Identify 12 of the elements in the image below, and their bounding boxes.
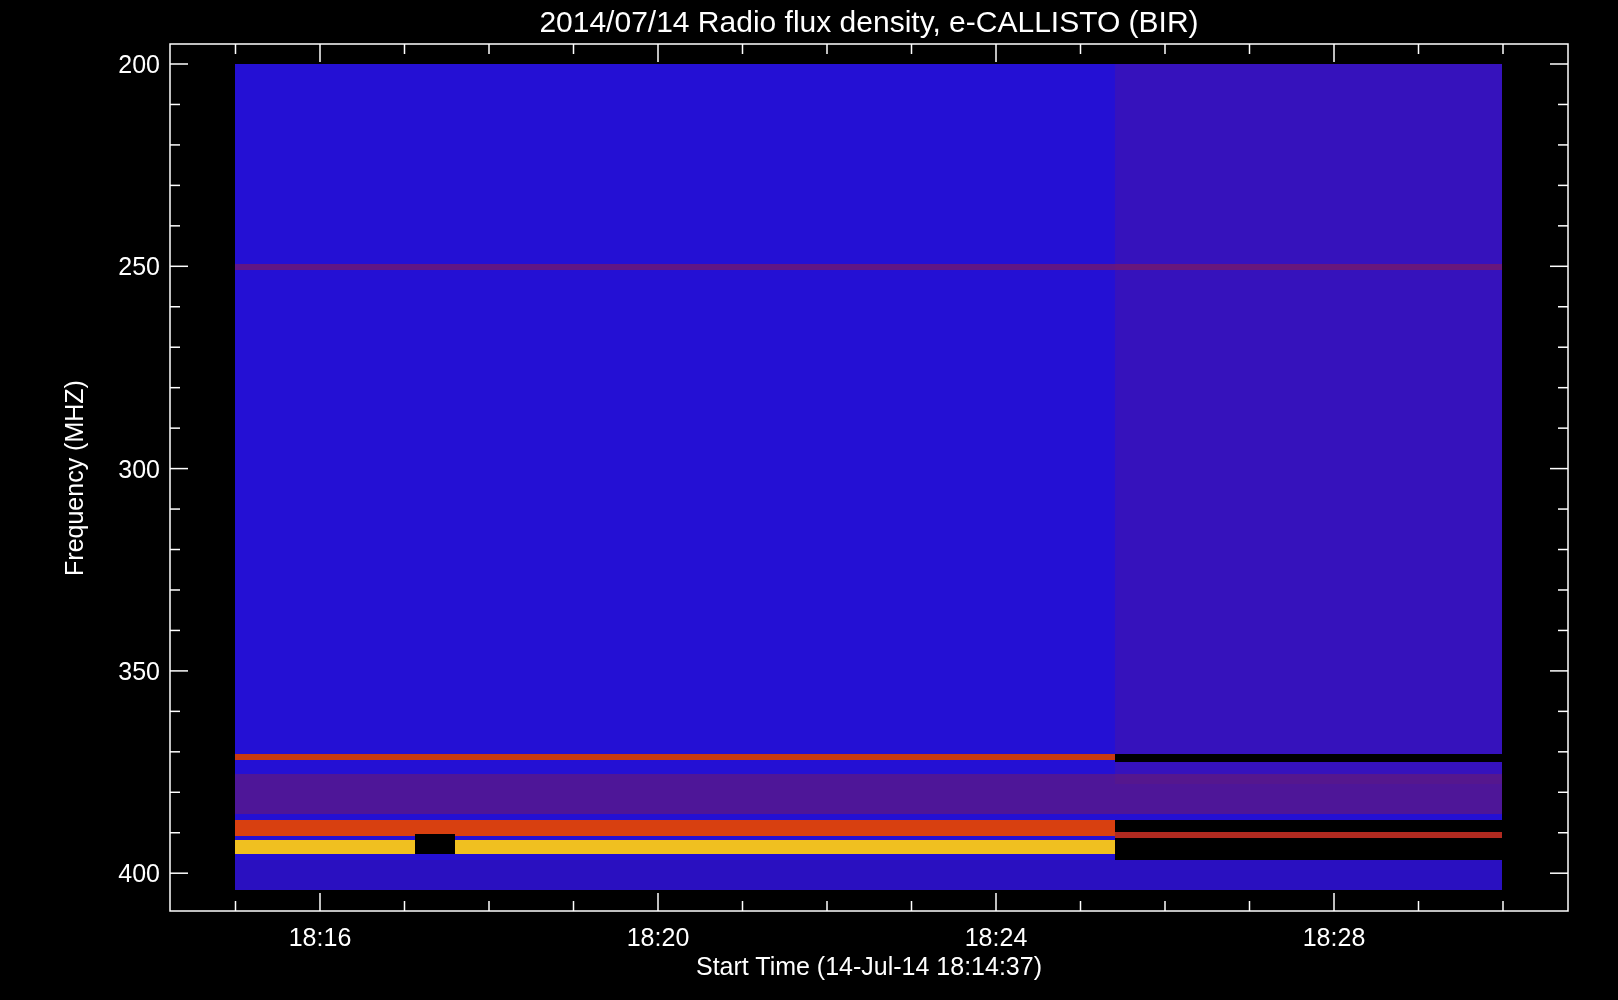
x-axis-label: Start Time (14-Jul-14 18:14:37) bbox=[696, 952, 1042, 980]
y-axis-label: Frequency (MHZ) bbox=[60, 380, 88, 576]
x-tick-label: 18:20 bbox=[626, 923, 690, 951]
y-tick-label: 250 bbox=[118, 252, 160, 281]
chart-title: 2014/07/14 Radio flux density, e-CALLISTO (BIR) bbox=[539, 5, 1199, 38]
y-tick-label: 350 bbox=[118, 656, 160, 685]
y-tick-label: 200 bbox=[118, 50, 160, 78]
x-tick-label: 18:24 bbox=[964, 923, 1028, 951]
x-tick-label: 18:16 bbox=[288, 923, 352, 951]
y-tick-label: 300 bbox=[118, 454, 160, 483]
y-tick-label: 400 bbox=[118, 859, 160, 888]
x-tick-label: 18:28 bbox=[1302, 923, 1366, 951]
